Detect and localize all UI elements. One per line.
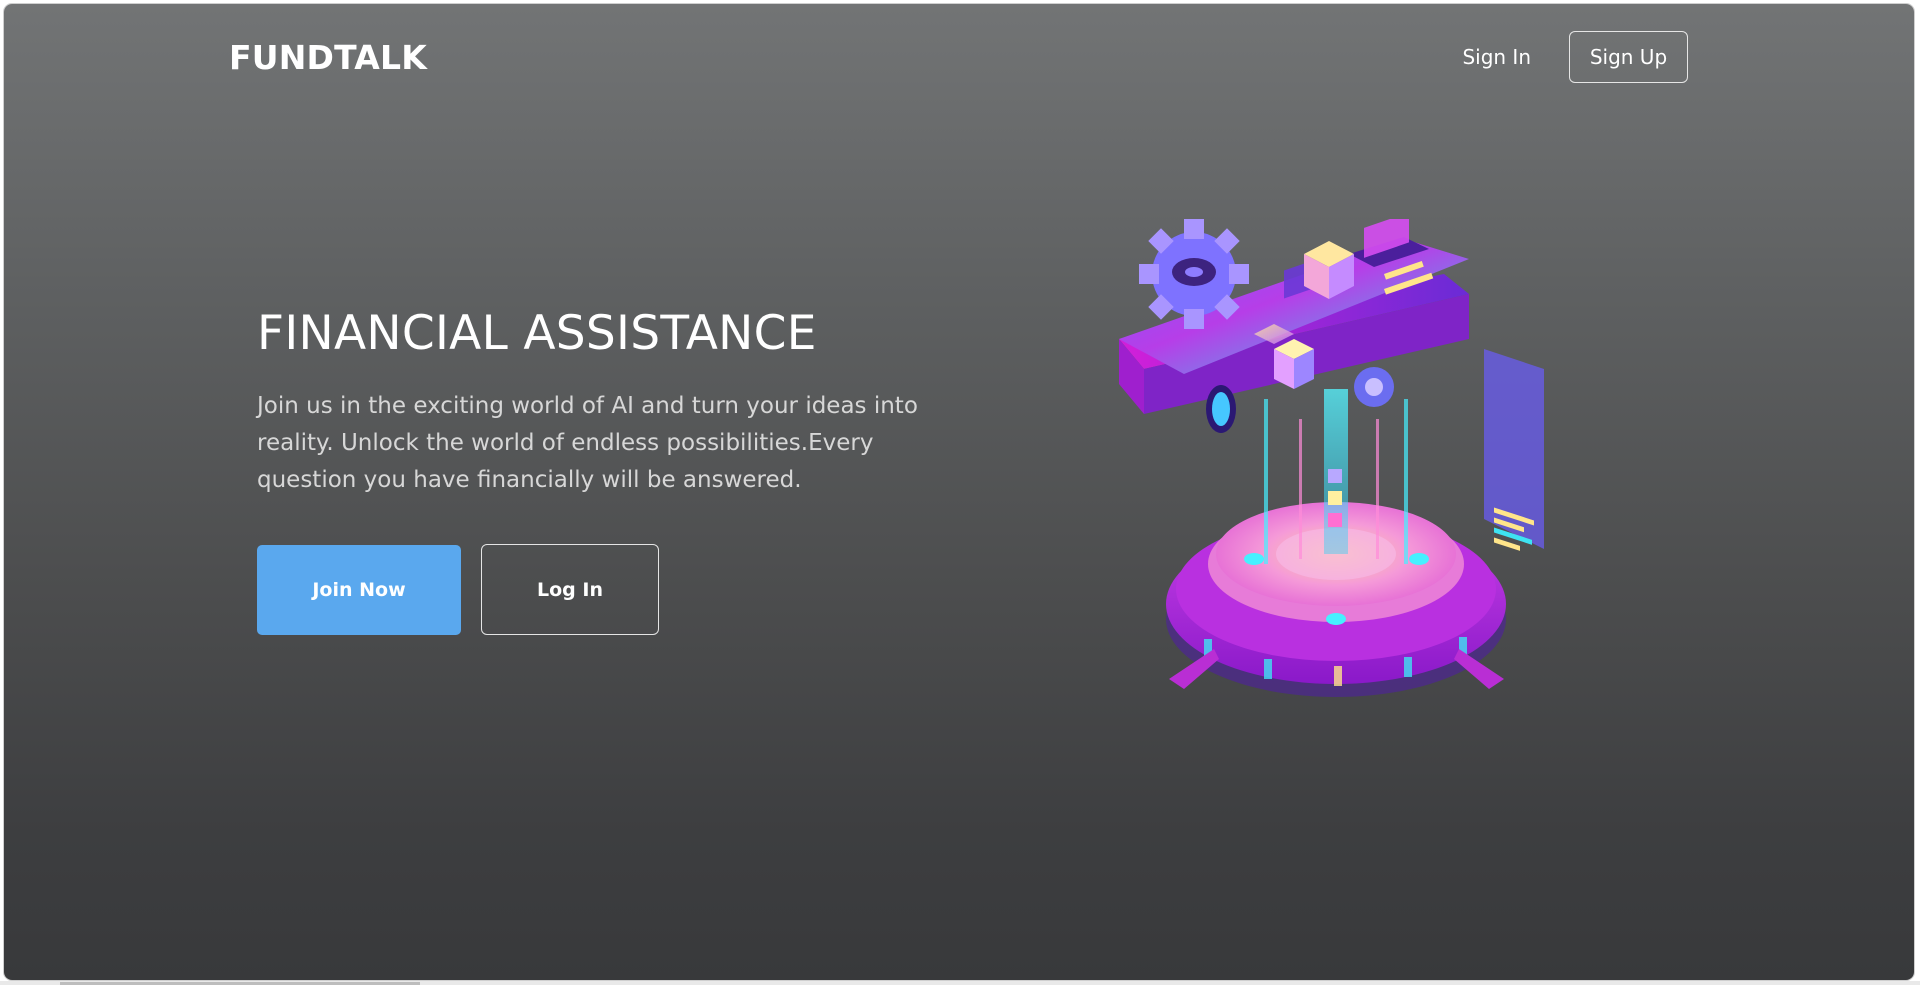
landing-page: FUNDTALK Sign In Sign Up FINANCIAL ASSIS… (4, 4, 1914, 980)
logo[interactable]: FUNDTALK (229, 38, 427, 77)
hero-description: Join us in the exciting world of AI and … (257, 393, 918, 493)
hero-title: FINANCIAL ASSISTANCE (257, 306, 817, 361)
top-nav: Sign In Sign Up (1462, 31, 1688, 83)
isometric-ai-phone-illustration (1119, 219, 1544, 697)
log-in-button[interactable]: Log In (481, 544, 659, 635)
sign-up-button[interactable]: Sign Up (1569, 31, 1688, 83)
join-now-button[interactable]: Join Now (257, 545, 461, 635)
sign-in-link[interactable]: Sign In (1462, 45, 1531, 69)
